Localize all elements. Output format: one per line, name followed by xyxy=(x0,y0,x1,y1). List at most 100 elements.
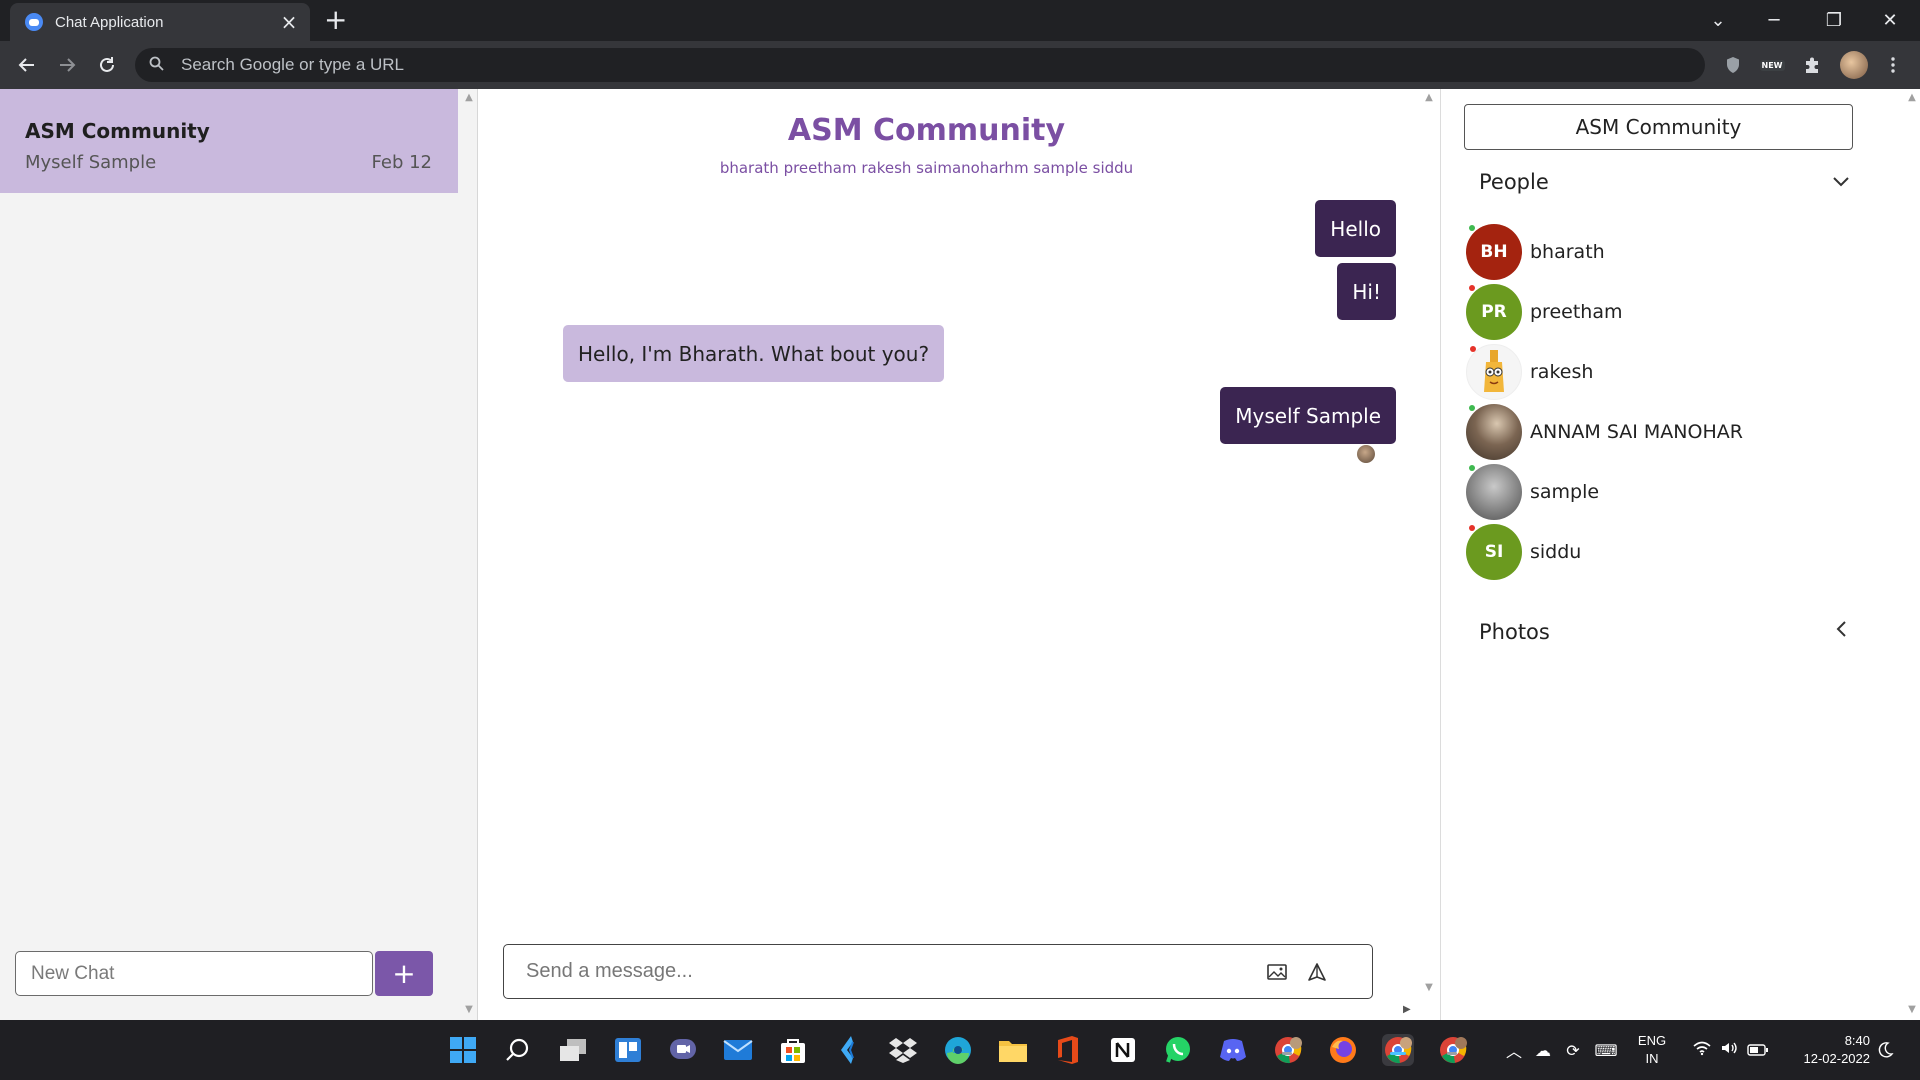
chat-list-scrollbar[interactable]: ▲ ▼ xyxy=(460,89,478,1020)
browser-tabstrip: Chat Application × + ⌄ ─ ❐ ✕ xyxy=(0,0,1920,41)
wifi-icon xyxy=(1688,1040,1716,1060)
message-input[interactable] xyxy=(526,960,1257,983)
group-name-button[interactable]: ASM Community xyxy=(1464,104,1853,150)
edge-icon[interactable] xyxy=(942,1034,974,1066)
person-row-annam-sai-manohar[interactable]: ANNAM SAI MANOHAR xyxy=(1466,404,1743,460)
reload-icon[interactable] xyxy=(91,49,123,81)
scroll-down-arrow-icon[interactable]: ▼ xyxy=(460,1004,478,1015)
chat-favicon-icon xyxy=(25,13,43,31)
scroll-right-arrow-icon[interactable]: ▶ xyxy=(1403,1004,1411,1015)
widgets-icon[interactable] xyxy=(612,1034,644,1066)
store-icon[interactable] xyxy=(777,1034,809,1066)
photos-heading: Photos xyxy=(1479,619,1550,644)
profile-avatar[interactable] xyxy=(1840,51,1868,79)
chat-last-sender: Myself Sample xyxy=(25,152,157,173)
person-row-bharath[interactable]: BH bharath xyxy=(1466,224,1605,280)
running-app-indicator xyxy=(1282,1052,1292,1055)
tab-search-button[interactable]: ⌄ xyxy=(1690,0,1746,41)
search-icon xyxy=(149,56,171,75)
search-icon[interactable] xyxy=(502,1034,534,1066)
vscode-icon[interactable] xyxy=(832,1034,864,1066)
chrome-profile-2-icon[interactable] xyxy=(1437,1034,1469,1066)
read-receipt-avatar xyxy=(1357,445,1375,463)
send-icon[interactable] xyxy=(1297,952,1337,992)
chat-list-item[interactable]: ASM Community Myself Sample Feb 12 xyxy=(0,89,458,193)
image-upload-icon[interactable] xyxy=(1257,952,1297,992)
status-dot xyxy=(1469,405,1475,411)
minimize-button[interactable]: ─ xyxy=(1746,0,1802,41)
message-bubble-outgoing: Hi! xyxy=(1337,263,1396,320)
person-name: bharath xyxy=(1530,241,1605,263)
file-explorer-icon[interactable] xyxy=(997,1034,1029,1066)
teams-chat-icon[interactable] xyxy=(667,1034,699,1066)
photos-section-header[interactable]: Photos xyxy=(1479,619,1853,644)
restore-button[interactable]: ❐ xyxy=(1806,0,1862,41)
omnibox[interactable] xyxy=(135,48,1705,82)
whatsapp-icon[interactable] xyxy=(1162,1034,1194,1066)
message-composer xyxy=(503,944,1373,999)
back-arrow-icon[interactable] xyxy=(11,49,43,81)
chrome-profile-icon[interactable] xyxy=(1272,1034,1304,1066)
more-menu-icon[interactable] xyxy=(1881,53,1905,77)
shield-extension-icon[interactable] xyxy=(1721,53,1745,77)
notion-icon[interactable] xyxy=(1107,1034,1139,1066)
new-chat-input[interactable] xyxy=(31,962,372,985)
scroll-down-arrow-icon[interactable]: ▼ xyxy=(1420,982,1438,993)
task-view-icon[interactable] xyxy=(557,1034,589,1066)
chat-date: Feb 12 xyxy=(371,152,433,173)
person-row-preetham[interactable]: PR preetham xyxy=(1466,284,1622,340)
avatar: BH xyxy=(1466,224,1522,280)
focus-assist-moon-icon[interactable] xyxy=(1876,1020,1894,1080)
person-row-siddu[interactable]: SI siddu xyxy=(1466,524,1581,580)
details-panel: ASM Community People BH bharath PR preet… xyxy=(1440,89,1920,1020)
chevron-up-icon[interactable]: ︿ xyxy=(1500,1038,1528,1062)
omnibox-input[interactable] xyxy=(171,55,1705,75)
status-dot xyxy=(1469,225,1475,231)
dropbox-icon[interactable] xyxy=(887,1034,919,1066)
status-dot xyxy=(1469,525,1475,531)
running-app-indicator xyxy=(1447,1052,1457,1055)
browser-tab[interactable]: Chat Application × xyxy=(10,3,310,41)
status-dot xyxy=(1469,285,1475,291)
language-indicator[interactable]: ENG IN xyxy=(1632,1032,1672,1068)
chevron-down-icon xyxy=(1829,169,1853,194)
cartoon-avatar-icon xyxy=(1484,350,1504,392)
add-chat-button[interactable]: + xyxy=(375,951,433,996)
mail-icon[interactable] xyxy=(722,1034,754,1066)
person-name: ANNAM SAI MANOHAR xyxy=(1530,421,1743,443)
avatar: PR xyxy=(1466,284,1522,340)
chrome-active-icon[interactable] xyxy=(1382,1034,1414,1066)
person-name: rakesh xyxy=(1530,361,1594,383)
active-app-indicator xyxy=(1390,1052,1406,1055)
person-row-sample[interactable]: sample xyxy=(1466,464,1599,520)
avatar xyxy=(1466,344,1522,400)
windows-start-icon[interactable] xyxy=(447,1034,479,1066)
tab-close-button[interactable]: × xyxy=(278,12,300,32)
scroll-up-arrow-icon[interactable]: ▲ xyxy=(1420,92,1438,103)
avatar xyxy=(1466,464,1522,520)
people-section-header[interactable]: People xyxy=(1479,169,1853,194)
close-window-button[interactable]: ✕ xyxy=(1862,0,1918,41)
conversation-members: bharath preetham rakesh saimanoharhm sam… xyxy=(719,159,1134,177)
person-name: preetham xyxy=(1530,301,1623,323)
sync-icon[interactable]: ⟳ xyxy=(1558,1041,1588,1060)
new-extension-icon[interactable]: NEW xyxy=(1759,53,1785,77)
new-tab-button[interactable]: + xyxy=(324,6,347,34)
office-icon[interactable] xyxy=(1052,1034,1084,1066)
discord-icon[interactable] xyxy=(1217,1034,1249,1066)
firefox-icon[interactable] xyxy=(1327,1034,1359,1066)
status-icons[interactable] xyxy=(1688,1020,1772,1080)
scroll-down-arrow-icon[interactable]: ▼ xyxy=(1903,1004,1920,1015)
puzzle-extensions-icon[interactable] xyxy=(1800,53,1824,77)
conversation-panel: ASM Community bharath preetham rakesh sa… xyxy=(479,89,1440,1020)
new-chat-field[interactable] xyxy=(15,951,373,996)
chat-list-panel: ASM Community Myself Sample Feb 12 ▲ ▼ + xyxy=(0,89,478,1020)
taskbar-clock[interactable]: 8:40 12-02-2022 xyxy=(1790,1032,1871,1068)
person-row-rakesh[interactable]: rakesh xyxy=(1466,344,1593,400)
keyboard-icon[interactable]: ⌨ xyxy=(1588,1041,1624,1060)
onedrive-cloud-icon[interactable]: ☁ xyxy=(1528,1041,1558,1060)
avatar: SI xyxy=(1466,524,1522,580)
scroll-up-arrow-icon[interactable]: ▲ xyxy=(1903,92,1920,103)
scroll-up-arrow-icon[interactable]: ▲ xyxy=(460,92,478,103)
forward-arrow-icon[interactable] xyxy=(51,49,83,81)
